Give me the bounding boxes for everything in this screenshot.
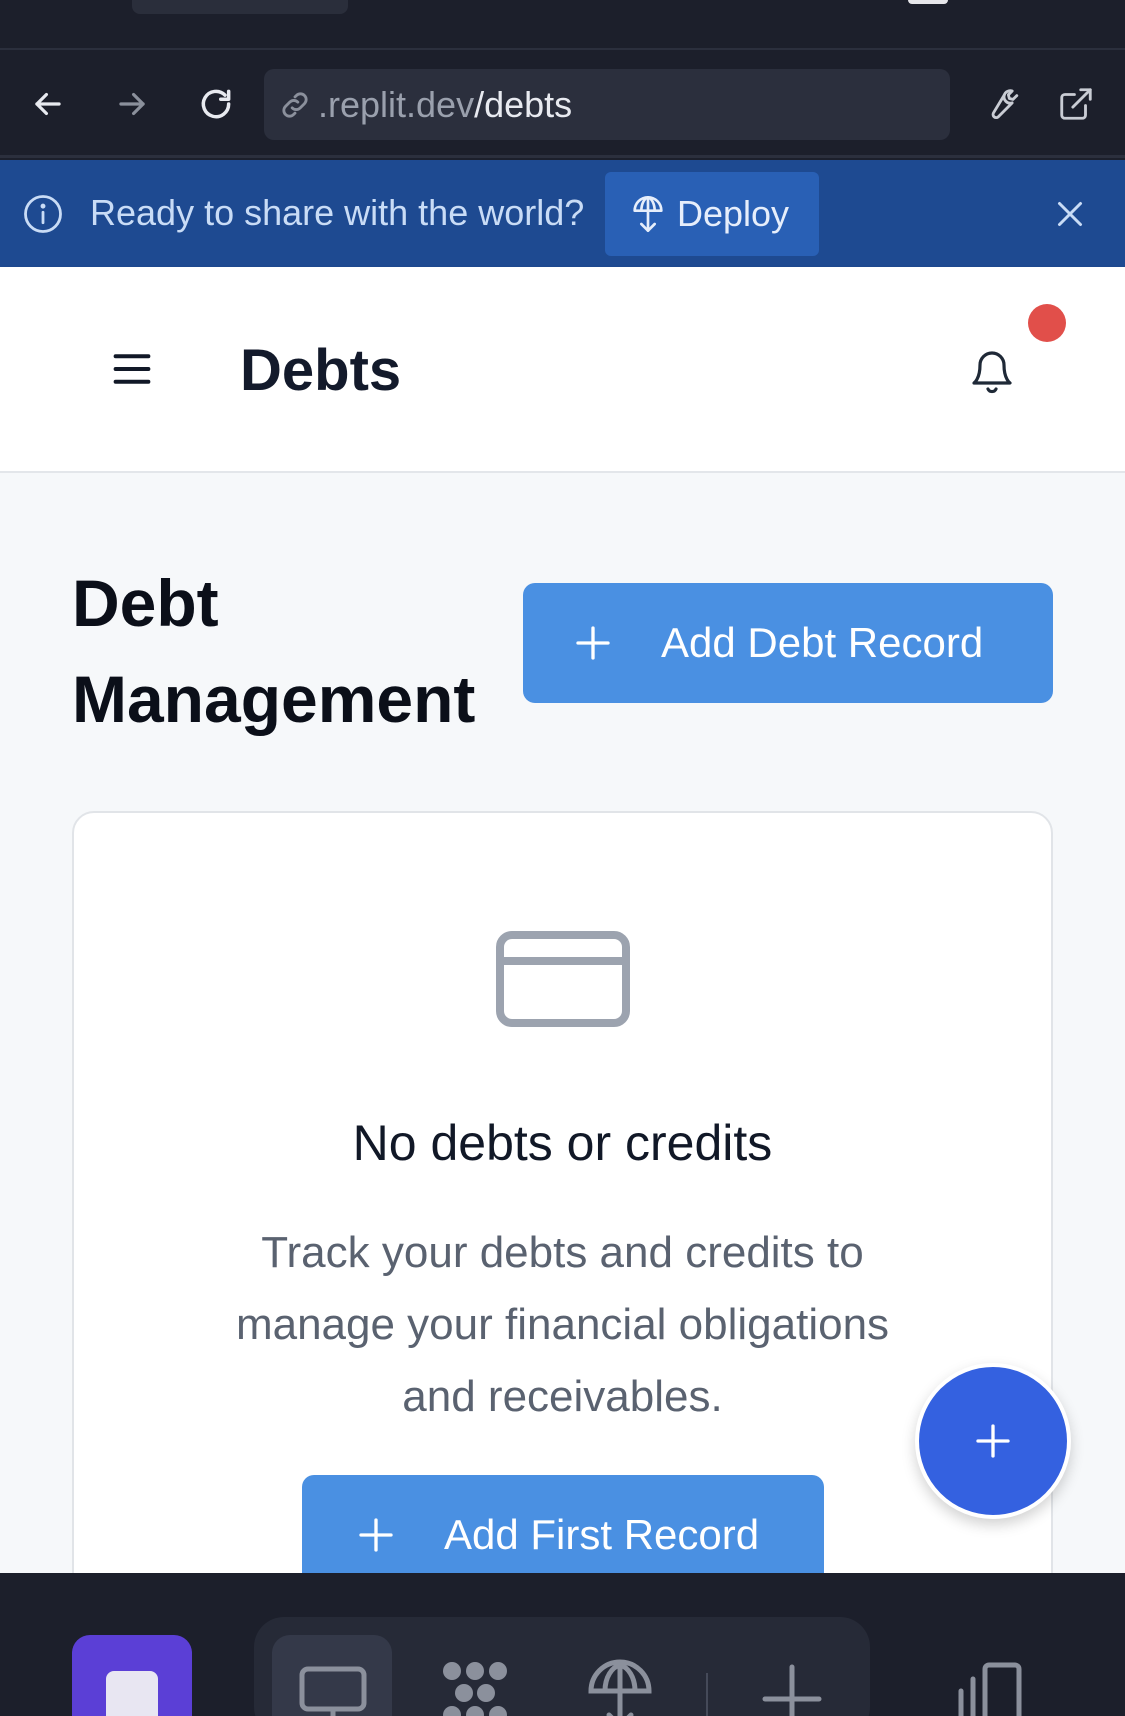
forward-button[interactable] [108,80,156,128]
open-external-icon [1060,88,1092,120]
add-first-record-button[interactable]: Add First Record [302,1475,824,1573]
plus-icon [359,1518,393,1552]
deployments-icon[interactable] [585,1659,655,1716]
status-indicator [908,0,948,4]
bell-icon [972,351,1012,394]
floating-add-button[interactable] [915,1363,1071,1519]
page-title: Debt Management [72,566,476,736]
deploy-icon [633,196,663,233]
app-icon[interactable] [72,1635,192,1716]
agent-icon[interactable] [440,1659,510,1716]
banner-close-button[interactable] [1046,190,1094,238]
address-bar[interactable]: .replit.dev/debts [264,69,950,140]
preview-monitor-icon[interactable] [298,1659,368,1716]
app-icon-glyph [106,1671,158,1716]
reload-button[interactable] [192,80,240,128]
credit-card-icon [496,931,630,1027]
hamburger-menu-icon [113,354,151,384]
info-icon [24,195,62,233]
devtools-button[interactable] [976,80,1024,128]
add-tab-icon[interactable] [757,1659,827,1716]
reload-icon [201,89,231,119]
deploy-label: Deploy [677,193,790,234]
app-header: Debts [0,267,1125,473]
layout-icon[interactable] [955,1659,1025,1716]
page-header-title: Debts [240,338,402,403]
back-arrow-icon [35,92,61,116]
menu-button[interactable] [104,343,160,395]
banner-message: Ready to share with the world? [90,192,585,233]
back-button[interactable] [24,80,72,128]
open-external-button[interactable] [1052,80,1100,128]
empty-state-title: No debts or credits [352,1115,773,1171]
notifications-button[interactable] [964,343,1020,399]
add-debt-record-button[interactable]: Add Debt Record [523,583,1053,703]
deploy-banner: Ready to share with the world? Deploy [0,160,1125,267]
add-debt-record-label: Add Debt Record [661,619,984,666]
tab-handle [132,0,348,14]
empty-state-card: No debts or credits Track your debts and… [72,811,1053,1573]
wrench-icon [991,89,1019,119]
add-first-record-label: Add First Record [444,1511,760,1558]
empty-state-description: Track your debts and credits to manage y… [235,1228,890,1421]
url-path: /debts [474,83,573,125]
link-icon [282,91,308,118]
plus-icon [976,1424,1010,1458]
browser-toolbar: .replit.dev/debts [0,52,1125,158]
system-top-strip [0,0,1125,50]
forward-arrow-icon [119,92,145,116]
bottom-dock [0,1573,1125,1716]
notification-badge [1028,304,1066,342]
dock-separator [706,1673,708,1716]
deploy-button[interactable]: Deploy [605,172,819,256]
plus-icon [576,626,610,660]
url-domain: .replit.dev [318,83,475,125]
close-icon [1058,202,1082,226]
